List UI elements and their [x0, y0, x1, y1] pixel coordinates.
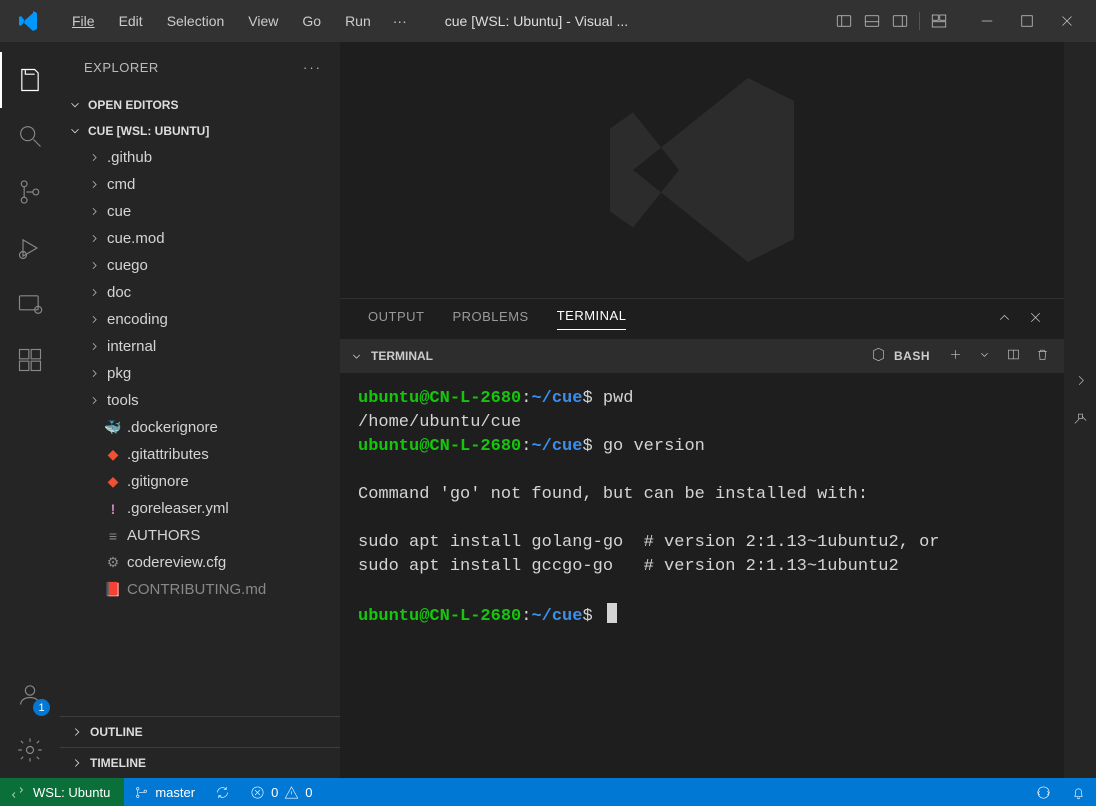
side-toolbar [1064, 42, 1096, 778]
menu-view[interactable]: View [236, 7, 290, 35]
vscode-logo [16, 9, 40, 33]
git-icon: ◆ [105, 474, 121, 490]
activity-settings[interactable] [0, 722, 60, 778]
status-branch[interactable]: master [124, 785, 205, 800]
gear-icon: ⚙ [105, 555, 121, 571]
file-contributing[interactable]: 📕CONTRIBUTING.md [60, 576, 340, 603]
account-badge: 1 [33, 699, 50, 716]
menu-selection[interactable]: Selection [155, 7, 237, 35]
split-terminal-icon[interactable] [1006, 347, 1021, 365]
activity-explorer[interactable] [0, 52, 60, 108]
status-sync[interactable] [205, 785, 240, 800]
titlebar: File Edit Selection View Go Run ··· cue … [0, 0, 1096, 42]
section-workspace[interactable]: CUE [WSL: UBUNTU] [60, 118, 340, 144]
minimize-icon[interactable] [978, 12, 996, 30]
file-gitattributes[interactable]: ◆.gitattributes [60, 441, 340, 468]
explorer-header: EXPLORER ··· [60, 42, 340, 92]
main-area: 1 EXPLORER ··· OPEN EDITORS CUE [WSL: UB… [0, 42, 1096, 778]
panel-close-icon[interactable] [1027, 309, 1044, 329]
markdown-icon: 📕 [105, 582, 121, 598]
statusbar: WSL: Ubuntu master 0 0 [0, 778, 1096, 806]
file-dockerignore[interactable]: 🐳.dockerignore [60, 414, 340, 441]
folder-tools[interactable]: tools [60, 387, 340, 414]
folder-github[interactable]: .github [60, 144, 340, 171]
section-timeline[interactable]: TIMELINE [60, 747, 340, 778]
menu-file[interactable]: File [60, 7, 107, 35]
kill-terminal-icon[interactable] [1035, 347, 1050, 365]
docker-icon: 🐳 [105, 420, 121, 436]
shell-icon [871, 347, 886, 365]
panel: OUTPUT PROBLEMS TERMINAL TERMINAL BASH [340, 298, 1064, 778]
file-codereview[interactable]: ⚙codereview.cfg [60, 549, 340, 576]
panel-chevron-up-icon[interactable] [996, 309, 1013, 329]
status-problems[interactable]: 0 0 [240, 785, 322, 800]
maximize-icon[interactable] [1018, 12, 1036, 30]
activity-source-control[interactable] [0, 164, 60, 220]
open-settings-icon[interactable] [1072, 412, 1089, 434]
layout-bottom-icon[interactable] [863, 12, 881, 30]
separator [919, 12, 920, 30]
tab-problems[interactable]: PROBLEMS [452, 309, 528, 330]
status-bell-icon[interactable] [1061, 785, 1096, 800]
activity-debug[interactable] [0, 220, 60, 276]
panel-tabs: OUTPUT PROBLEMS TERMINAL [340, 299, 1064, 339]
git-icon: ◆ [105, 447, 121, 463]
folder-doc[interactable]: doc [60, 279, 340, 306]
tab-terminal[interactable]: TERMINAL [557, 308, 627, 330]
status-feedback-icon[interactable] [1026, 785, 1061, 800]
file-goreleaser[interactable]: !.goreleaser.yml [60, 495, 340, 522]
editor-area: OUTPUT PROBLEMS TERMINAL TERMINAL BASH [340, 42, 1064, 778]
expand-right-icon[interactable] [1072, 372, 1089, 394]
menu-edit[interactable]: Edit [107, 7, 155, 35]
new-terminal-icon[interactable] [948, 347, 963, 365]
section-outline[interactable]: OUTLINE [60, 716, 340, 747]
file-authors[interactable]: ≡AUTHORS [60, 522, 340, 549]
editor-background [340, 42, 1064, 298]
layout-left-icon[interactable] [835, 12, 853, 30]
folder-internal[interactable]: internal [60, 333, 340, 360]
terminal-cursor [607, 603, 617, 623]
explorer-title: EXPLORER [84, 60, 159, 75]
terminal-section-label: TERMINAL [371, 349, 433, 363]
layout-controls [825, 12, 958, 30]
activity-remote-explorer[interactable] [0, 276, 60, 332]
folder-encoding[interactable]: encoding [60, 306, 340, 333]
window-controls [966, 12, 1088, 30]
activity-extensions[interactable] [0, 332, 60, 388]
file-gitignore[interactable]: ◆.gitignore [60, 468, 340, 495]
folder-pkg[interactable]: pkg [60, 360, 340, 387]
menu-bar: File Edit Selection View Go Run ··· [60, 7, 417, 35]
folder-cuemod[interactable]: cue.mod [60, 225, 340, 252]
folder-cue[interactable]: cue [60, 198, 340, 225]
section-open-editors[interactable]: OPEN EDITORS [60, 92, 340, 118]
activity-search[interactable] [0, 108, 60, 164]
menu-overflow[interactable]: ··· [383, 7, 417, 35]
menu-run[interactable]: Run [333, 7, 383, 35]
activity-bar: 1 [0, 42, 60, 778]
text-icon: ≡ [105, 528, 121, 544]
file-tree: .github cmd cue cue.mod cuego doc encodi… [60, 144, 340, 716]
shell-name[interactable]: BASH [894, 349, 930, 363]
window-title: cue [WSL: Ubuntu] - Visual ... [425, 13, 817, 29]
terminal-dropdown-icon[interactable] [977, 347, 992, 365]
yml-icon: ! [105, 501, 121, 517]
layout-right-icon[interactable] [891, 12, 909, 30]
explorer-sidebar: EXPLORER ··· OPEN EDITORS CUE [WSL: UBUN… [60, 42, 340, 778]
status-remote[interactable]: WSL: Ubuntu [0, 778, 124, 806]
close-icon[interactable] [1058, 12, 1076, 30]
terminal-header: TERMINAL BASH [340, 339, 1064, 373]
activity-account[interactable]: 1 [0, 666, 60, 722]
folder-cuego[interactable]: cuego [60, 252, 340, 279]
customize-layout-icon[interactable] [930, 12, 948, 30]
folder-cmd[interactable]: cmd [60, 171, 340, 198]
menu-go[interactable]: Go [290, 7, 333, 35]
terminal-body[interactable]: ubuntu@CN-L-2680:~/cue$ pwd /home/ubuntu… [340, 373, 1064, 778]
explorer-more-icon[interactable]: ··· [303, 60, 322, 75]
tab-output[interactable]: OUTPUT [368, 309, 424, 330]
